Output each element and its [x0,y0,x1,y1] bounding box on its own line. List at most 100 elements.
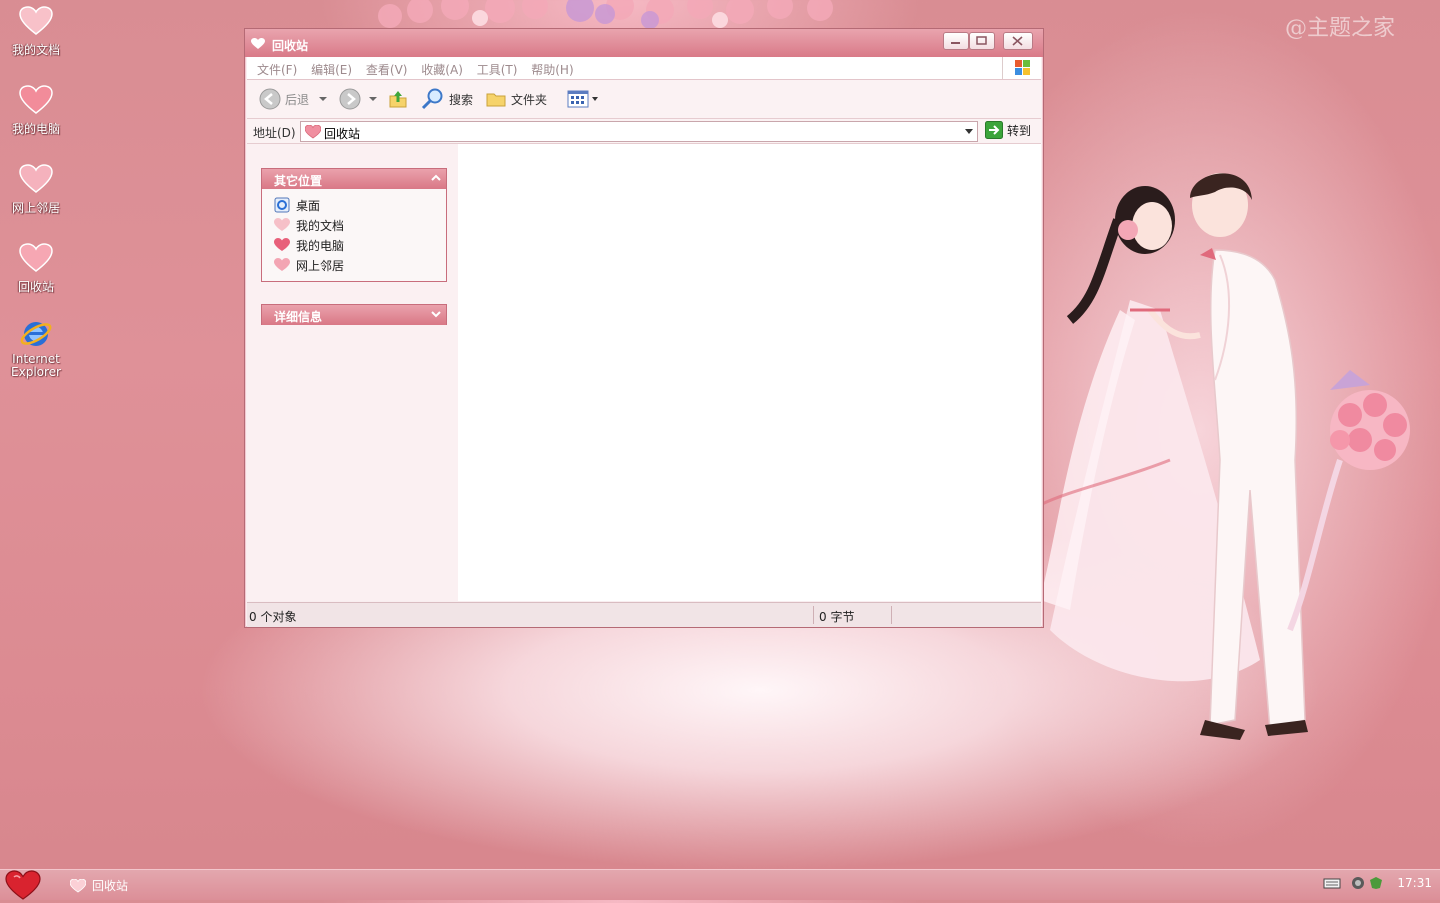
desktop-icon-label-line2: Explorer [11,365,61,379]
heart-icon [305,125,321,139]
place-label: 我的文档 [296,218,345,233]
menu-file[interactable]: 文件(F) [257,61,297,78]
chevron-down-icon [319,97,328,101]
chevron-down-icon [592,97,598,101]
address-bar: 地址(D) 回收站 转到 [247,119,1041,144]
close-button[interactable] [1003,32,1033,50]
heart-icon [19,164,53,193]
address-value: 回收站 [324,127,361,141]
desktop-icon-recycle-bin[interactable]: 回收站 [0,240,72,295]
toolbar: 后退 搜索 文件夹 [247,80,1041,119]
details-title: 详细信息 [274,310,323,324]
details-panel: 详细信息 [261,304,447,325]
clock[interactable]: 17:31 [1397,876,1432,890]
place-label: 网上邻居 [296,258,345,273]
place-link-desktop[interactable]: 桌面 [262,195,446,215]
taskbar-item-recycle-bin[interactable]: 回收站 [70,877,128,894]
maximize-button[interactable] [969,32,995,50]
heart-icon [19,85,53,114]
desktop-icon-label: 回收站 [17,280,54,294]
heart-icon [19,6,53,35]
heart-icon [70,878,86,892]
folders-label: 文件夹 [511,92,548,107]
go-arrow-icon [985,121,1003,139]
desktop-icon-label: 我的文档 [11,43,60,57]
heart-icon [274,238,290,251]
folder-up-icon [389,91,407,108]
window-title: 回收站 [272,39,309,53]
menu-help[interactable]: 帮助(H) [531,61,573,78]
menu-favorites[interactable]: 收藏(A) [421,61,463,78]
back-button[interactable]: 后退 [259,88,329,110]
search-icon [421,88,443,110]
folders-button[interactable]: 文件夹 [485,88,547,110]
go-label: 转到 [1007,123,1032,138]
keyboard-icon[interactable] [1323,876,1341,890]
place-link-network[interactable]: 网上邻居 [262,255,446,275]
recycle-bin-window[interactable]: 回收站 文件(F) 编辑(E) 查看(V) 收藏(A) 工具(T) 帮助(H) [244,28,1044,628]
address-label: 地址(D) [253,126,296,140]
desktop-icon-label: 我的电脑 [11,122,60,136]
desktop-icon-network-places[interactable]: 网上邻居 [0,161,72,216]
task-pane: 其它位置 桌面 我的文档 我的电脑 网上邻居 详细信息 [247,144,458,601]
close-icon [1012,36,1023,46]
file-list-area[interactable] [458,144,1041,601]
system-tray: 17:31 [1323,876,1432,890]
status-divider [891,606,892,624]
details-header[interactable]: 详细信息 [262,305,446,325]
desktop-icon-my-documents[interactable]: 我的文档 [0,3,72,58]
security-icon[interactable] [1369,876,1383,890]
views-button[interactable] [567,88,599,110]
network-icon[interactable] [1351,876,1365,890]
place-link-my-documents[interactable]: 我的文档 [262,215,446,235]
desktop-icon-label: 网上邻居 [11,201,60,215]
place-link-my-computer[interactable]: 我的电脑 [262,235,446,255]
minimize-button[interactable] [943,32,969,50]
back-label: 后退 [285,92,310,107]
address-dropdown-icon[interactable] [965,129,973,134]
forward-button[interactable] [339,88,379,110]
other-places-title: 其它位置 [274,174,323,188]
desktop-icon-my-computer[interactable]: 我的电脑 [0,82,72,137]
chevron-down-icon [431,311,441,318]
folder-icon [486,93,506,107]
search-button[interactable]: 搜索 [421,88,473,110]
restore-icon [976,36,987,45]
desktop-icon-internet-explorer[interactable]: Internet Explorer [0,317,72,379]
windows-logo [1002,57,1041,79]
heart-icon [274,218,290,231]
forward-arrow-icon [339,88,361,110]
go-button[interactable]: 转到 [985,121,1031,139]
title-bar[interactable]: 回收站 [245,29,1043,57]
internet-explorer-icon [20,322,52,346]
heart-icon [274,258,290,271]
address-field[interactable]: 回收站 [300,121,978,142]
taskbar: 回收站 17:31 [0,869,1440,900]
desktop-icon-label-line1: Internet [12,352,60,366]
heart-icon [19,243,53,272]
taskbar-item-label: 回收站 [92,879,129,893]
windows-flag-icon [1015,60,1030,75]
view-grid-icon [567,90,589,108]
other-places-header[interactable]: 其它位置 [262,169,446,189]
other-places-panel: 其它位置 桌面 我的文档 我的电脑 网上邻居 [261,168,447,282]
status-divider [813,606,814,624]
menu-edit[interactable]: 编辑(E) [311,61,352,78]
heart-start-icon [5,870,41,900]
wallpaper-couple-illustration [1040,173,1410,740]
start-button[interactable] [4,870,42,900]
watermark: @主题之家 [1285,16,1396,41]
menu-view[interactable]: 查看(V) [366,61,408,78]
status-object-count: 0 个对象 [249,610,297,624]
place-label: 我的电脑 [296,238,345,253]
status-size: 0 字节 [819,610,855,624]
back-arrow-icon [259,88,281,110]
place-label: 桌面 [296,198,321,213]
menu-tools[interactable]: 工具(T) [477,61,518,78]
heart-icon [251,38,265,49]
menu-bar: 文件(F) 编辑(E) 查看(V) 收藏(A) 工具(T) 帮助(H) [247,57,1041,80]
status-bar: 0 个对象 0 字节 [247,602,1041,627]
chevron-up-icon [431,174,441,181]
desktop-icon [274,197,290,213]
up-folder-button[interactable] [387,88,409,110]
